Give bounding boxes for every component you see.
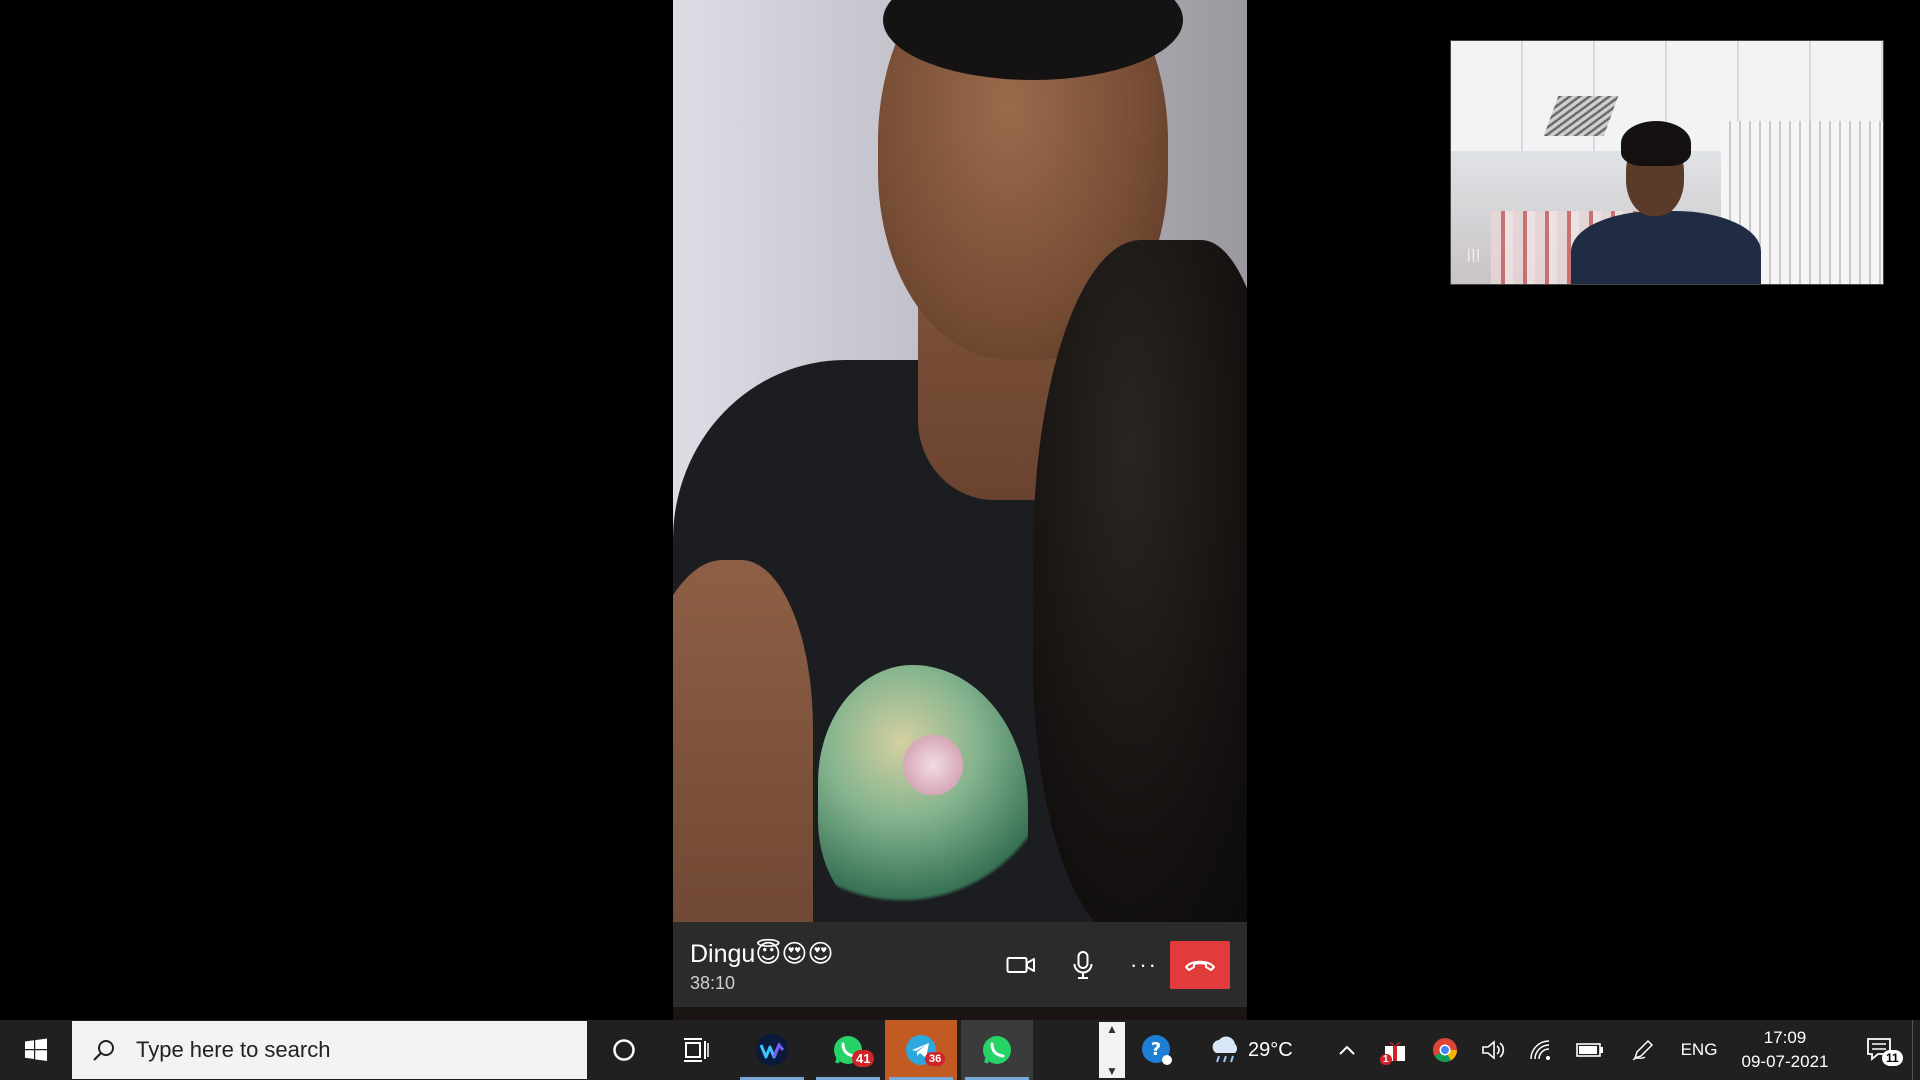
call-bar-edge [673, 1007, 1247, 1020]
battery-tray-icon[interactable] [1572, 1020, 1608, 1080]
call-control-bar: Dingu😇😍😍 38:10 ··· [673, 922, 1247, 1007]
taskbar-clock[interactable]: 17:09 09-07-2021 [1730, 1026, 1840, 1074]
taskbar-app-telegram[interactable]: 36 [885, 1020, 957, 1080]
taskbar-overflow-scroller[interactable]: ▲ ▼ [1099, 1022, 1125, 1078]
task-view-button[interactable] [665, 1020, 727, 1080]
chevron-up-icon [1339, 1045, 1355, 1055]
hang-up-icon [1185, 960, 1215, 971]
search-icon [93, 1040, 114, 1061]
pen-icon [1632, 1039, 1654, 1061]
weather-temperature: 29°C [1248, 1038, 1293, 1061]
taskbar-search-box[interactable]: Type here to search [72, 1021, 587, 1079]
audio-level-icon: ||| [1467, 246, 1481, 262]
self-view-video[interactable]: ||| [1450, 40, 1884, 285]
toggle-video-button[interactable] [998, 942, 1044, 988]
start-button[interactable] [0, 1020, 72, 1080]
taskbar-app-whatsapp-call[interactable] [961, 1020, 1033, 1080]
chrome-icon [1433, 1038, 1457, 1063]
chrome-tray-icon[interactable] [1428, 1020, 1462, 1080]
whatsapp-unread-badge: 41 [852, 1050, 875, 1067]
chevron-down-icon[interactable]: ▼ [1106, 1064, 1118, 1078]
microphone-icon [1073, 951, 1093, 979]
video-camera-icon [1006, 957, 1035, 973]
action-center-button[interactable]: 11 [1850, 1020, 1910, 1080]
help-icon: ? [1142, 1035, 1172, 1065]
clock-date: 09-07-2021 [1741, 1052, 1829, 1071]
pen-tray-icon[interactable] [1626, 1020, 1660, 1080]
video-shoulder [673, 560, 813, 922]
contact-name: Dingu😇😍😍 [690, 940, 834, 968]
network-tray-icon[interactable] [1524, 1020, 1558, 1080]
wifi-icon [1530, 1040, 1550, 1060]
help-tray-button[interactable]: ? [1132, 1020, 1182, 1080]
speaker-icon [1482, 1040, 1505, 1060]
telegram-unread-badge: 36 [925, 1052, 946, 1066]
cortana-circle-icon [613, 1039, 635, 1061]
volume-tray-icon[interactable] [1476, 1020, 1510, 1080]
clock-time: 17:09 [1763, 1028, 1807, 1047]
input-language-button[interactable]: ENG [1676, 1020, 1722, 1080]
self-person-body [1571, 211, 1761, 284]
security-tray-icon[interactable]: 1 [1378, 1020, 1412, 1080]
whatsapp-icon [983, 1036, 1011, 1064]
show-desktop-button[interactable] [1912, 1020, 1920, 1080]
search-placeholder: Type here to search [136, 1037, 331, 1062]
security-badge: 1 [1380, 1054, 1392, 1065]
notification-count-badge: 11 [1882, 1050, 1903, 1066]
webex-icon [756, 1034, 788, 1066]
input-language: ENG [1680, 1040, 1718, 1059]
weather-widget[interactable]: 29°C [1208, 1020, 1318, 1080]
battery-icon [1576, 1043, 1603, 1057]
svg-text:?: ? [1151, 1039, 1161, 1060]
shirt-flower [898, 730, 968, 800]
windows-logo-icon [25, 1038, 47, 1061]
end-call-button[interactable] [1170, 941, 1230, 989]
taskbar: Type here to search 41 36 ▲ ▼ ? 29°C 1 E… [0, 1020, 1920, 1080]
rain-cloud-icon [1212, 1036, 1238, 1063]
remote-video[interactable] [673, 0, 1247, 922]
video-hair-side [1033, 240, 1247, 922]
ellipsis-icon: ··· [1130, 952, 1158, 977]
screen: Dingu😇😍😍 38:10 ··· ||| Type here to sear… [0, 0, 1920, 1080]
call-duration: 38:10 [690, 973, 736, 993]
taskbar-app-whatsapp[interactable]: 41 [812, 1020, 884, 1080]
taskbar-app-webex[interactable] [736, 1020, 808, 1080]
task-view-icon [684, 1038, 709, 1062]
more-options-button[interactable]: ··· [1121, 942, 1167, 988]
show-hidden-icons-button[interactable] [1332, 1020, 1362, 1080]
cortana-button[interactable] [595, 1020, 653, 1080]
chevron-up-icon[interactable]: ▲ [1106, 1022, 1118, 1036]
self-person-hair [1621, 121, 1691, 166]
toggle-mic-button[interactable] [1060, 942, 1106, 988]
